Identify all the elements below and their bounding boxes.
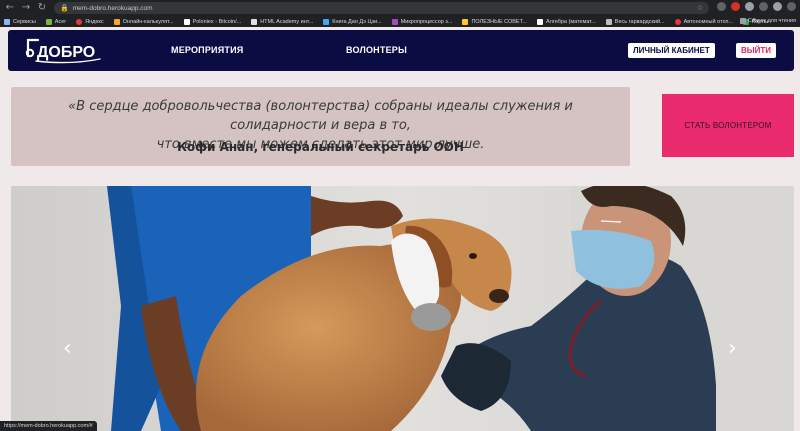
carousel-photo: [11, 186, 794, 431]
bookmark-item[interactable]: ПОЛЕЗНЫЕ СОВЕТ...: [462, 18, 527, 25]
personal-cabinet-button[interactable]: ЛИЧНЫЙ КАБИНЕТ: [628, 43, 715, 58]
bookmark-icon: [391, 18, 398, 25]
become-volunteer-button[interactable]: СТАТЬ ВОЛОНТЕРОМ: [662, 94, 794, 157]
logo-text: ДОБРО: [37, 44, 95, 61]
bookmark-icon: [536, 18, 543, 25]
apps-icon: [4, 18, 10, 25]
bookmark-icon: [183, 18, 190, 25]
bookmark-item[interactable]: HTML Academy инт...: [251, 18, 313, 25]
bookmark-item[interactable]: Книга Дао Дэ Цзи...: [323, 18, 382, 25]
quote-author: Кофи Анан, генеральный секретарь ООН: [177, 140, 464, 154]
extension-icon[interactable]: [717, 2, 726, 11]
bookmarks-bar: Сервисы Acer Яндекс Онлайн-калькулят... …: [0, 16, 800, 27]
lock-icon[interactable]: 🔒: [60, 4, 69, 12]
bookmark-item[interactable]: Poloniex - Bitcoin/...: [183, 18, 241, 25]
dobro-logo[interactable]: ДОБРО: [24, 34, 104, 64]
bookmark-item[interactable]: Яндекс: [76, 18, 104, 25]
address-bar[interactable]: 🔒 mem-dobro.herokuapp.com ☆: [54, 2, 709, 14]
address-row: ← → ↻ ⌂ 🔒 mem-dobro.herokuapp.com ☆: [0, 0, 800, 16]
logout-button[interactable]: ВЫЙТИ: [736, 43, 776, 58]
quote-line: «В сердце добровольчества (волонтерства)…: [68, 99, 573, 133]
bookmark-icon: [605, 18, 612, 25]
bookmark-item[interactable]: Алгебра (математ...: [536, 18, 596, 25]
quote-block: «В сердце добровольчества (волонтерства)…: [11, 87, 630, 166]
extension-icon[interactable]: [731, 2, 740, 11]
bookmark-icon: [251, 18, 258, 25]
bookmark-item[interactable]: Онлайн-калькулят...: [113, 18, 174, 25]
nav-volunteers[interactable]: ВОЛОНТЕРЫ: [346, 45, 407, 55]
extensions: [717, 2, 796, 11]
nav-events[interactable]: МЕРОПРИЯТИЯ: [171, 45, 243, 55]
reading-list[interactable]: Список для чтения: [739, 18, 796, 24]
reload-icon[interactable]: ↻: [36, 2, 48, 14]
reading-list-icon: [739, 18, 746, 24]
bookmark-icon: [113, 18, 120, 25]
back-icon[interactable]: ←: [4, 2, 16, 14]
site-header: ДОБРО МЕРОПРИЯТИЯ ВОЛОНТЕРЫ ЛИЧНЫЙ КАБИН…: [8, 30, 794, 71]
photo-carousel: ‹ ›: [11, 186, 794, 431]
bookmark-item[interactable]: Автономный отоп...: [674, 18, 733, 25]
url-text: mem-dobro.herokuapp.com: [72, 4, 153, 12]
bookmark-item[interactable]: Acer: [45, 18, 66, 25]
bookmark-icon: [462, 18, 469, 25]
menu-dots-icon[interactable]: [787, 2, 796, 11]
puzzle-icon[interactable]: [759, 2, 768, 11]
carousel-next-icon[interactable]: ›: [728, 336, 737, 361]
forward-icon[interactable]: →: [20, 2, 32, 14]
bookmark-item[interactable]: Микропроцессор з...: [391, 18, 452, 25]
carousel-prev-icon[interactable]: ‹: [63, 336, 72, 361]
bookmark-star-icon[interactable]: ☆: [697, 4, 703, 12]
bookmark-item[interactable]: Сервисы: [4, 18, 36, 25]
browser-chrome: ← → ↻ ⌂ 🔒 mem-dobro.herokuapp.com ☆ Серв…: [0, 0, 800, 27]
status-bar-url: https://mem-dobro.herokuapp.com/#: [0, 421, 97, 431]
bookmark-item[interactable]: Весь гарвардский...: [605, 18, 665, 25]
yandex-icon: [76, 18, 83, 25]
bookmark-icon: [323, 18, 330, 25]
bookmark-icon: [45, 18, 52, 25]
profile-avatar[interactable]: [773, 2, 782, 11]
extension-icon[interactable]: [745, 2, 754, 11]
bookmark-icon: [674, 18, 681, 25]
